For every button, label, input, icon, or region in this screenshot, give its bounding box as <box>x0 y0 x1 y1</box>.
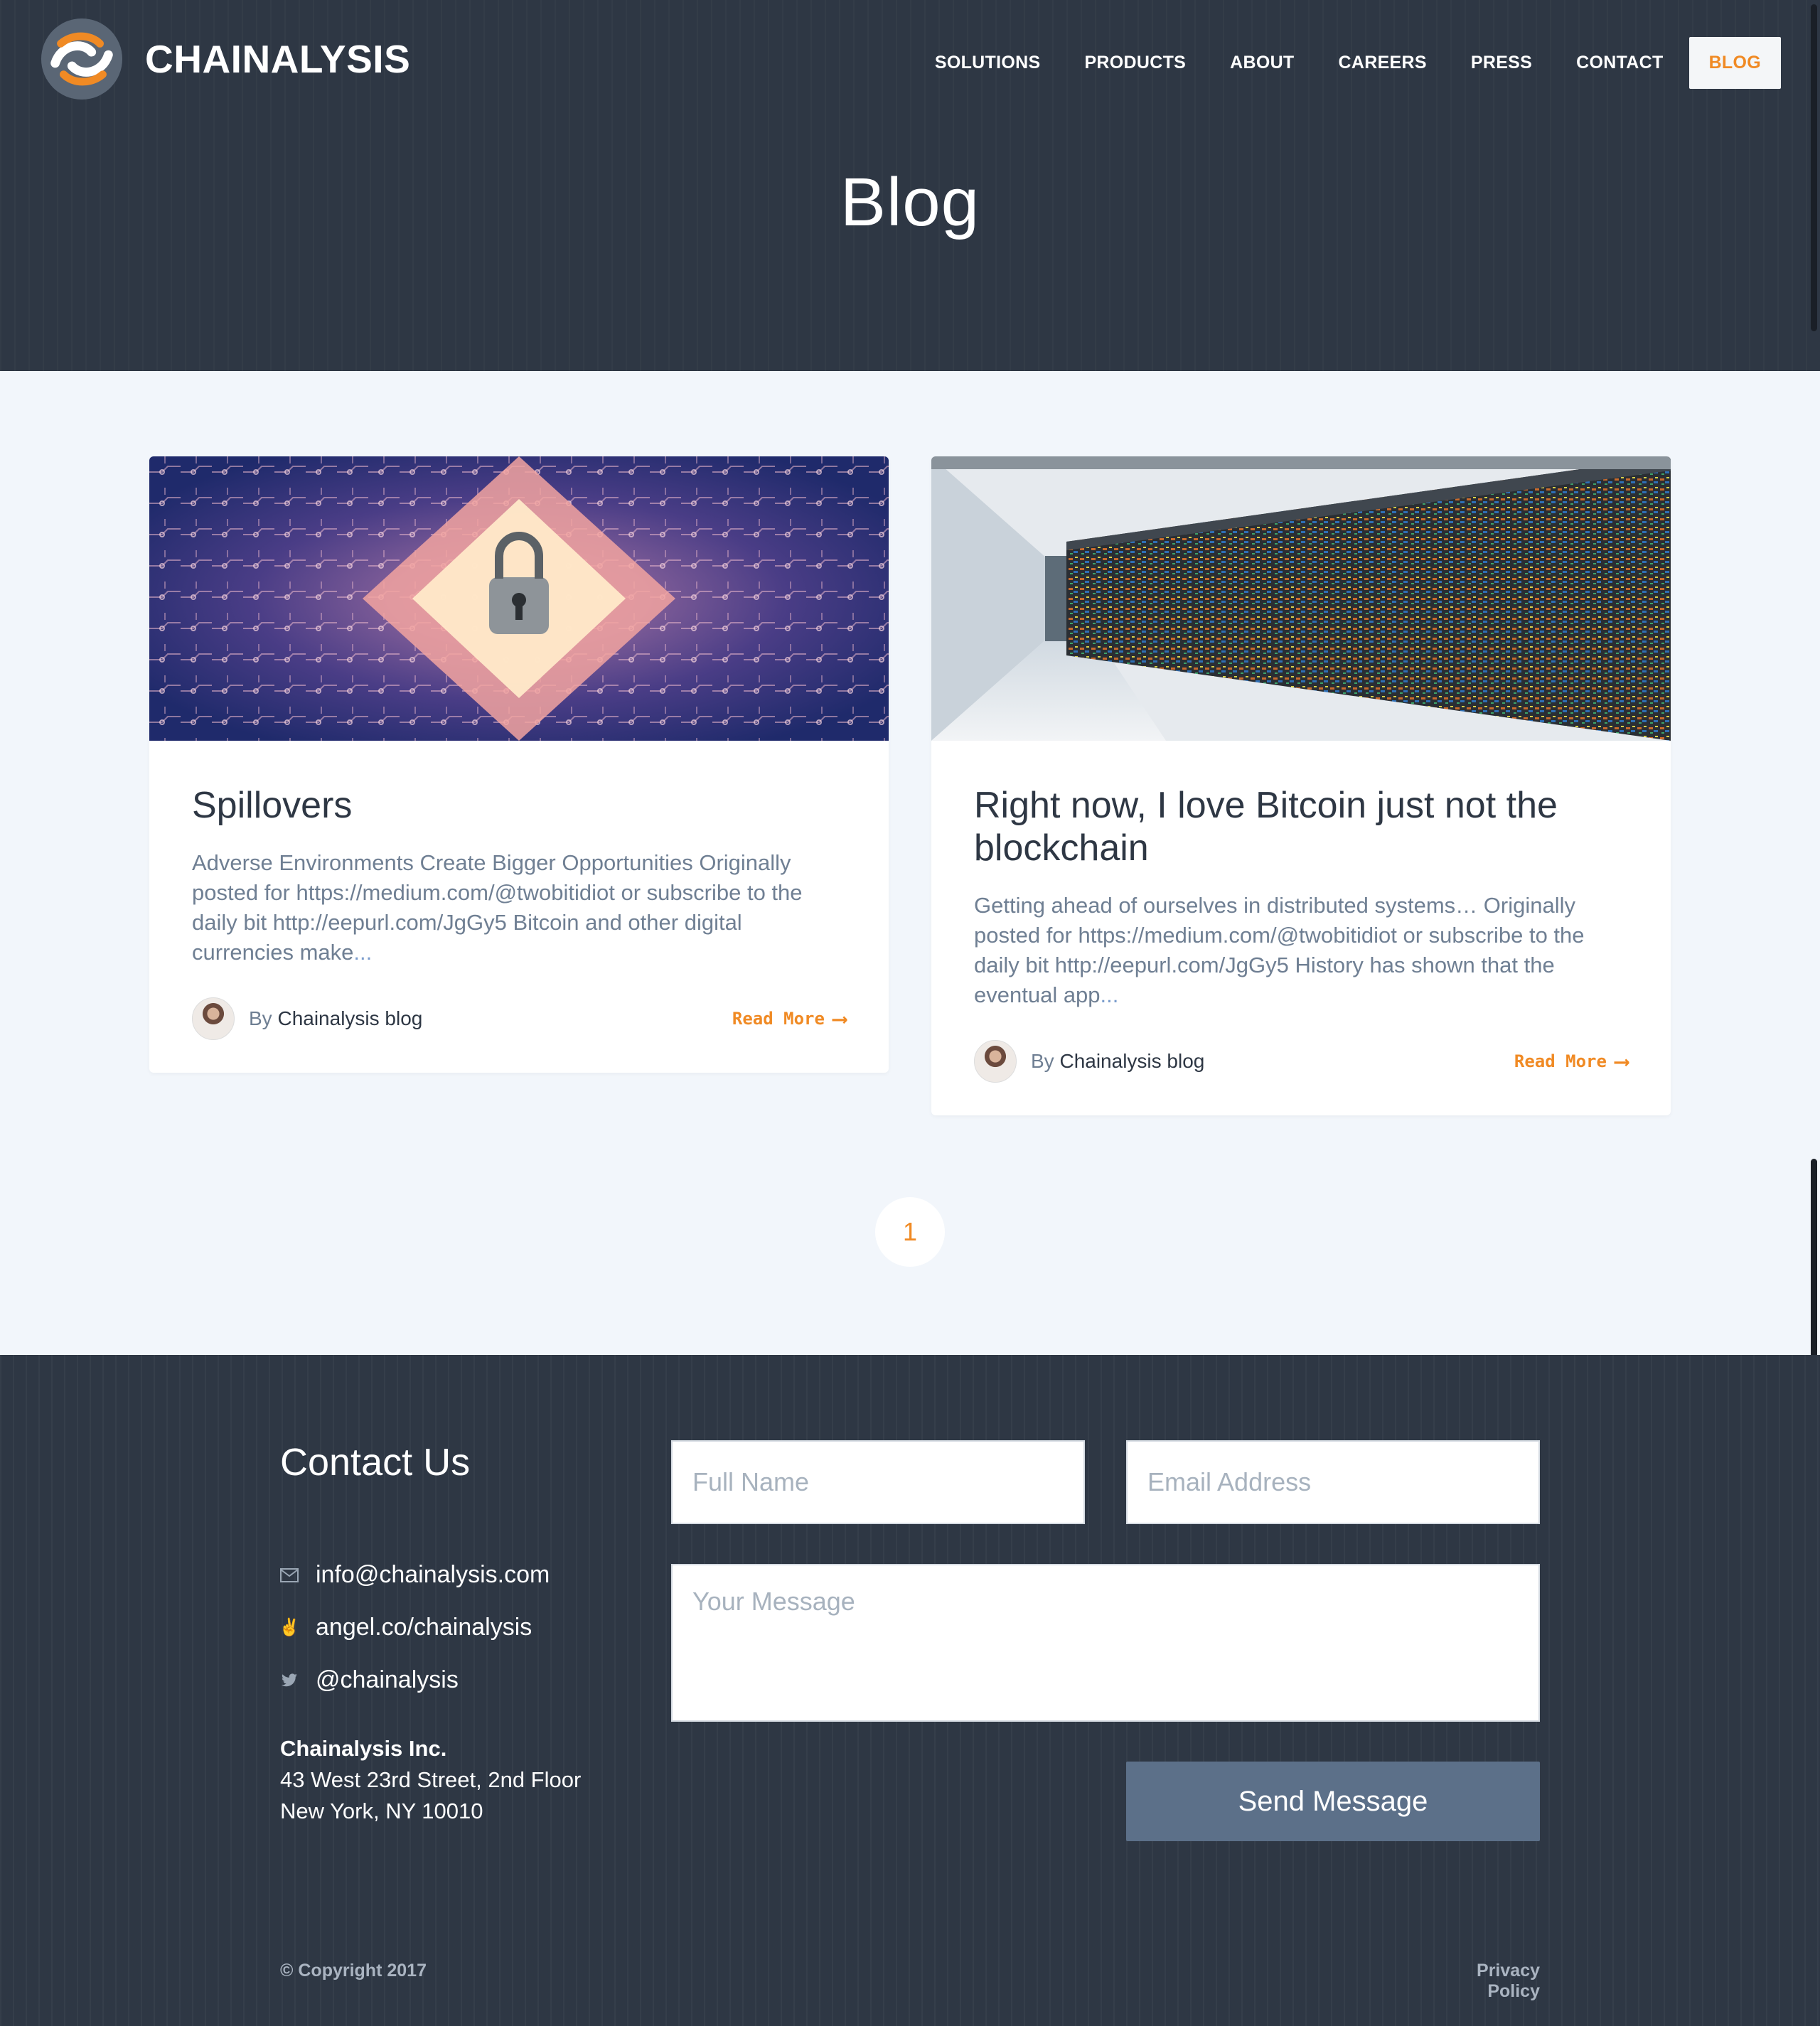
post-title[interactable]: Right now, I love Bitcoin just not the b… <box>974 784 1628 869</box>
chainalysis-logo-icon <box>41 18 123 100</box>
post-author: By Chainalysis blog <box>192 997 422 1040</box>
logo[interactable]: CHAINALYSIS <box>40 17 410 101</box>
author-name[interactable]: Chainalysis blog <box>277 1007 422 1029</box>
read-more-label: Read More <box>1514 1051 1607 1071</box>
scrollbar-thumb-secondary[interactable] <box>1811 1159 1817 1358</box>
contact-twitter[interactable]: @chainalysis <box>280 1666 459 1694</box>
brand-name: CHAINALYSIS <box>145 37 411 81</box>
byline-prefix: By <box>249 1007 272 1029</box>
read-more-link[interactable]: Read More ⟶ <box>732 1007 846 1031</box>
read-more-link[interactable]: Read More ⟶ <box>1514 1049 1628 1074</box>
nav-solutions[interactable]: SOLUTIONS <box>935 53 1041 73</box>
excerpt-ellipsis: ... <box>1100 982 1119 1007</box>
email-field[interactable]: Email Address <box>1126 1440 1540 1524</box>
byline: By Chainalysis blog <box>1031 1050 1204 1073</box>
pagination-page[interactable]: 1 <box>875 1197 945 1267</box>
angellist-icon: ✌ <box>279 1618 300 1637</box>
blog-post-card: Right now, I love Bitcoin just not the b… <box>931 456 1671 1115</box>
contact-angel[interactable]: ✌ angel.co/chainalysis <box>279 1614 532 1641</box>
avatar <box>192 997 235 1040</box>
avatar <box>974 1040 1017 1083</box>
server-racks-image[interactable] <box>931 456 1671 741</box>
twitter-icon <box>280 1671 299 1690</box>
circuit-padlock-image[interactable] <box>149 456 889 741</box>
privacy-policy-link[interactable]: Privacy Policy <box>1422 1961 1540 2002</box>
full-name-placeholder: Full Name <box>692 1467 810 1496</box>
nav-careers[interactable]: CAREERS <box>1339 53 1427 73</box>
full-name-field[interactable]: Full Name <box>671 1440 1085 1524</box>
scrollbar-thumb[interactable] <box>1811 4 1817 331</box>
site-footer: Contact Us info@chainalysis.com ✌ angel.… <box>0 1355 1820 2026</box>
nav-contact[interactable]: CONTACT <box>1576 53 1663 73</box>
byline: By Chainalysis blog <box>249 1007 422 1030</box>
company-name: Chainalysis Inc. <box>280 1736 447 1761</box>
post-excerpt-text: Adverse Environments Create Bigger Oppor… <box>192 850 803 965</box>
post-meta: By Chainalysis blog Read More ⟶ <box>192 997 846 1040</box>
message-placeholder: Your Message <box>692 1587 855 1616</box>
send-message-button[interactable]: Send Message <box>1126 1762 1540 1841</box>
nav-press[interactable]: PRESS <box>1471 53 1532 73</box>
copyright: © Copyright 2017 <box>280 1961 427 1981</box>
author-name[interactable]: Chainalysis blog <box>1059 1050 1204 1072</box>
post-excerpt: Getting ahead of ourselves in distribute… <box>974 891 1628 1010</box>
address-line-2: New York, NY 10010 <box>280 1799 483 1823</box>
twitter-link[interactable]: @chainalysis <box>316 1666 459 1694</box>
contact-email[interactable]: info@chainalysis.com <box>280 1561 550 1589</box>
arrow-right-icon: ⟶ <box>1615 1049 1628 1074</box>
post-excerpt-text: Getting ahead of ourselves in distribute… <box>974 893 1585 1007</box>
nav-about[interactable]: ABOUT <box>1230 53 1294 73</box>
message-field[interactable]: Your Message <box>671 1564 1540 1722</box>
address-line-1: 43 West 23rd Street, 2nd Floor <box>280 1767 582 1792</box>
blog-post-card: Spillovers Adverse Environments Create B… <box>149 456 889 1073</box>
arrow-right-icon: ⟶ <box>833 1006 846 1031</box>
email-placeholder: Email Address <box>1147 1467 1312 1496</box>
excerpt-ellipsis: ... <box>353 940 373 965</box>
envelope-icon <box>280 1566 299 1585</box>
angel-link[interactable]: angel.co/chainalysis <box>316 1614 532 1641</box>
post-meta: By Chainalysis blog Read More ⟶ <box>974 1040 1628 1083</box>
nav-blog[interactable]: BLOG <box>1688 37 1781 89</box>
nav-products[interactable]: PRODUCTS <box>1084 53 1186 73</box>
contact-title: Contact Us <box>280 1441 471 1484</box>
post-author: By Chainalysis blog <box>974 1040 1204 1083</box>
company-address: Chainalysis Inc. 43 West 23rd Street, 2n… <box>280 1733 581 1827</box>
site-header: CHAINALYSIS SOLUTIONS PRODUCTS ABOUT CAR… <box>0 0 1820 371</box>
byline-prefix: By <box>1031 1050 1054 1072</box>
email-link[interactable]: info@chainalysis.com <box>316 1561 550 1589</box>
page-title: Blog <box>840 164 980 240</box>
read-more-label: Read More <box>732 1009 825 1029</box>
post-excerpt: Adverse Environments Create Bigger Oppor… <box>192 848 846 968</box>
main-nav: SOLUTIONS PRODUCTS ABOUT CAREERS PRESS C… <box>891 37 1781 89</box>
post-title[interactable]: Spillovers <box>192 784 846 827</box>
